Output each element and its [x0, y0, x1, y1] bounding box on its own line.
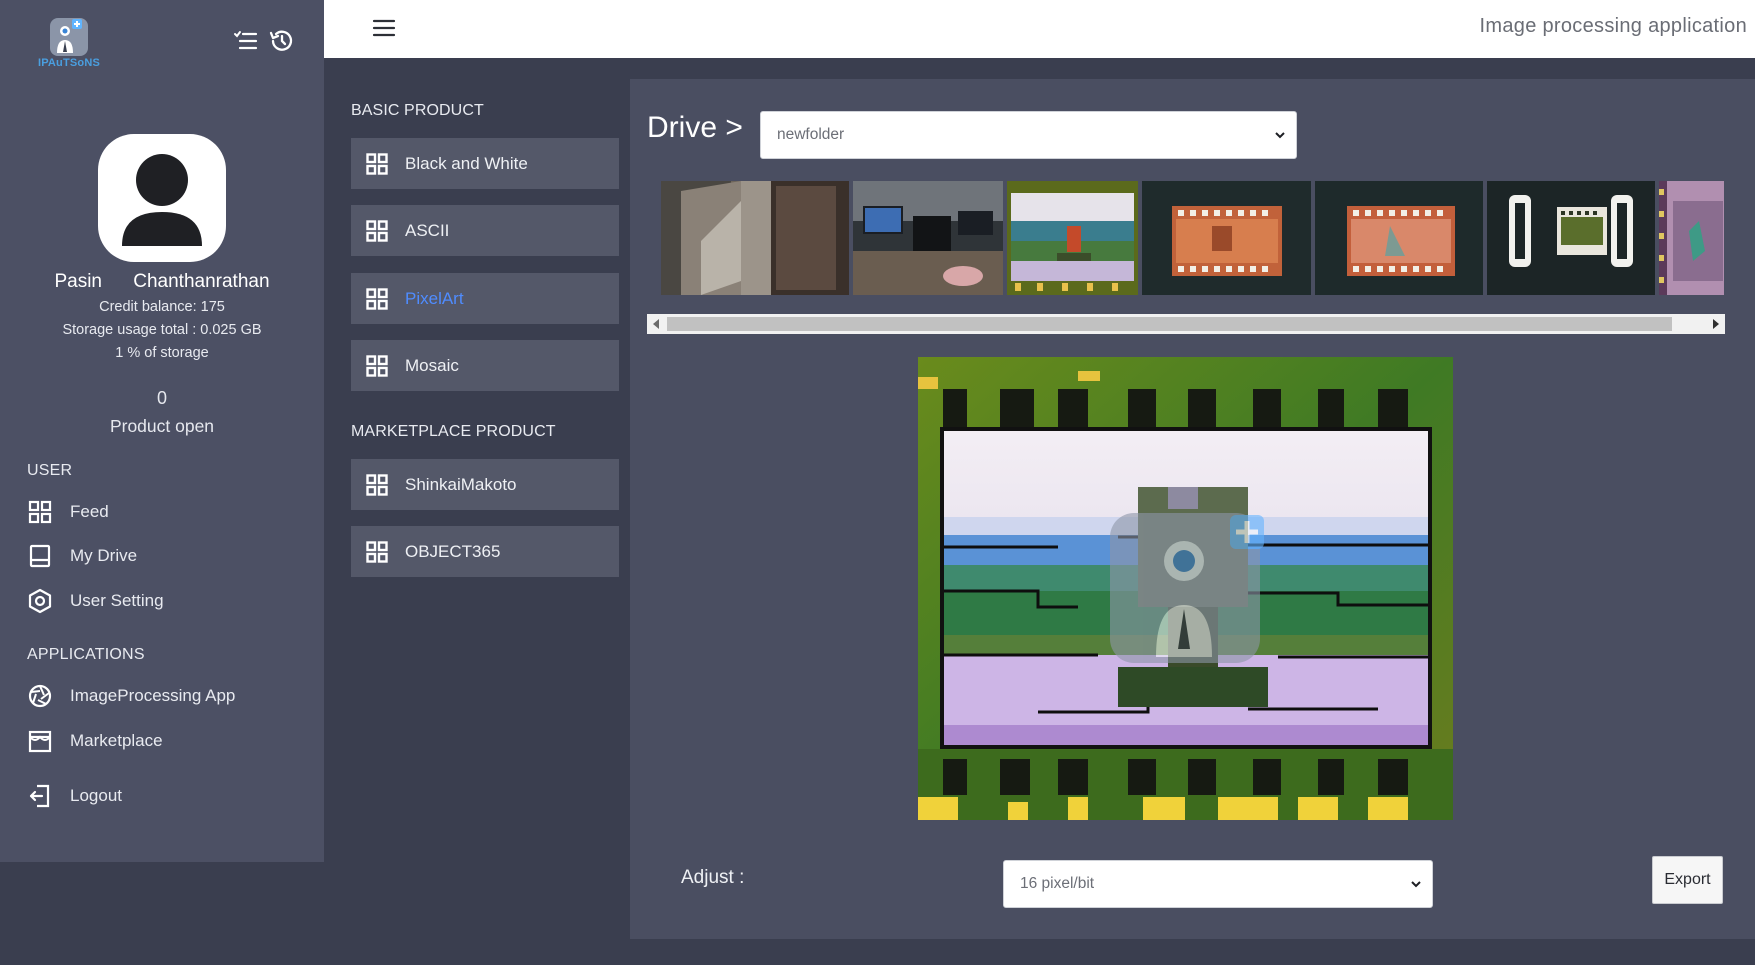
- logo-text: IPAuTSoNS: [37, 57, 101, 69]
- pixelart-preview-image: [918, 357, 1453, 820]
- thumbnail-image[interactable]: [1007, 181, 1138, 295]
- scroll-right-arrow-icon[interactable]: [1713, 319, 1719, 329]
- product-label: ShinkaiMakoto: [405, 474, 517, 494]
- nav-imageprocessing-app[interactable]: ImageProcessing App: [27, 682, 235, 710]
- adjust-label: Adjust :: [681, 867, 745, 888]
- product-shinkaimakoto[interactable]: ShinkaiMakoto: [351, 459, 619, 510]
- chevron-down-icon: [1275, 132, 1285, 139]
- aperture-icon: [28, 684, 52, 708]
- nav-user-setting-label: User Setting: [70, 591, 164, 610]
- grid-icon: [366, 540, 388, 563]
- thumbnail-image[interactable]: [1659, 181, 1724, 295]
- logout-button[interactable]: Logout: [27, 782, 122, 810]
- product-ascii[interactable]: ASCII: [351, 205, 619, 256]
- storage-percent: 1 % of storage: [115, 345, 209, 361]
- nav-user-setting[interactable]: User Setting: [27, 587, 164, 615]
- storage-usage: Storage usage total : 0.025 GB: [62, 322, 262, 338]
- nav-imageprocessing-label: ImageProcessing App: [70, 686, 236, 705]
- drive-icon: [29, 544, 51, 568]
- task-list-icon[interactable]: [232, 28, 258, 54]
- hamburger-menu-icon[interactable]: [372, 17, 396, 39]
- thumbnail-image[interactable]: [1142, 181, 1311, 295]
- grid-icon: [28, 500, 52, 524]
- folder-select[interactable]: newfolder: [760, 111, 1297, 159]
- adjust-select[interactable]: 16 pixel/bit: [1003, 860, 1433, 908]
- product-label: PixelArt: [405, 288, 464, 308]
- grid-icon: [366, 152, 388, 175]
- thumbnail-scrollbar[interactable]: [647, 314, 1725, 334]
- product-label: ASCII: [405, 220, 450, 240]
- scroll-left-arrow-icon[interactable]: [653, 319, 659, 329]
- user-name: Pasin Chanthanrathan: [54, 271, 270, 292]
- product-mosaic[interactable]: Mosaic: [351, 340, 619, 391]
- user-silhouette-icon: [122, 154, 202, 246]
- app-title: Image processing application: [1479, 15, 1747, 37]
- settings-icon: [28, 588, 52, 614]
- product-open-label: Product open: [109, 416, 215, 436]
- logout-icon: [29, 784, 50, 808]
- basic-product-heading: BASIC PRODUCT: [351, 102, 484, 119]
- marketplace-product-heading: MARKETPLACE PRODUCT: [351, 423, 556, 440]
- thumbnail-image[interactable]: [661, 181, 849, 295]
- credit-balance: Credit balance: 175: [99, 299, 225, 315]
- nav-feed-label: Feed: [70, 502, 109, 521]
- logout-label: Logout: [70, 786, 122, 805]
- grid-icon: [366, 473, 388, 496]
- applications-section-heading: APPLICATIONS: [27, 646, 145, 663]
- product-pixelart[interactable]: PixelArt: [351, 273, 619, 324]
- user-section-heading: USER: [27, 462, 73, 479]
- scrollbar-thumb[interactable]: [667, 317, 1672, 331]
- nav-my-drive-label: My Drive: [70, 546, 138, 565]
- thumbnail-image[interactable]: [1487, 181, 1655, 295]
- grid-icon: [366, 219, 388, 242]
- drive-label: Drive >: [647, 111, 743, 144]
- logo-icon: [50, 18, 88, 56]
- top-bar: Image processing application: [324, 0, 1755, 58]
- grid-icon: [366, 354, 388, 377]
- chevron-down-icon: [1411, 881, 1421, 888]
- product-black-and-white[interactable]: Black and White: [351, 138, 619, 189]
- product-label: OBJECT365: [405, 541, 501, 561]
- thumbnail-strip: [661, 181, 1724, 295]
- product-label: Black and White: [405, 153, 528, 173]
- product-open-count: 0: [156, 388, 167, 408]
- folder-select-value: newfolder: [777, 126, 845, 143]
- grid-icon: [366, 287, 388, 310]
- thumbnail-image[interactable]: [853, 181, 1003, 295]
- store-icon: [28, 730, 52, 753]
- sidebar: IPAuTSoNS Pasin Chanthanrathan Credit ba…: [0, 0, 324, 862]
- nav-feed[interactable]: Feed: [27, 498, 109, 526]
- app-logo[interactable]: IPAuTSoNS: [32, 16, 106, 72]
- product-label: Mosaic: [405, 355, 459, 375]
- thumbnail-image[interactable]: [1315, 181, 1483, 295]
- product-object365[interactable]: OBJECT365: [351, 526, 619, 577]
- nav-my-drive[interactable]: My Drive: [27, 542, 137, 570]
- history-icon[interactable]: [268, 28, 294, 54]
- user-avatar[interactable]: [98, 134, 226, 262]
- nav-marketplace-label: Marketplace: [70, 731, 163, 750]
- nav-marketplace[interactable]: Marketplace: [27, 727, 163, 755]
- export-button[interactable]: Export: [1652, 856, 1723, 904]
- adjust-select-value: 16 pixel/bit: [1020, 875, 1095, 892]
